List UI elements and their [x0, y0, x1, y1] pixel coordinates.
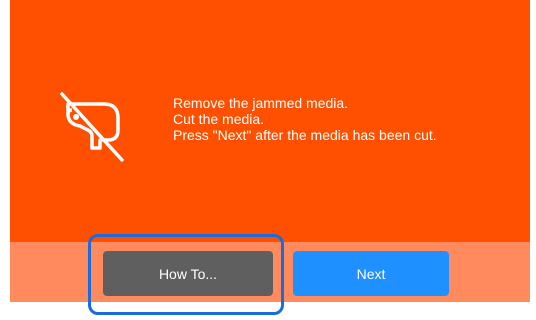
media-jam-icon: [50, 84, 130, 164]
error-screen: Remove the jammed media. Cut the media. …: [10, 0, 530, 302]
how-to-button[interactable]: How To...: [103, 251, 273, 296]
error-message: Remove the jammed media. Cut the media. …: [173, 95, 523, 143]
message-line-3: Press "Next" after the media has been cu…: [173, 127, 437, 143]
button-bar: How To... Next: [10, 242, 530, 302]
next-button[interactable]: Next: [293, 251, 449, 296]
message-line-1: Remove the jammed media.: [173, 95, 349, 111]
message-line-2: Cut the media.: [173, 111, 265, 127]
